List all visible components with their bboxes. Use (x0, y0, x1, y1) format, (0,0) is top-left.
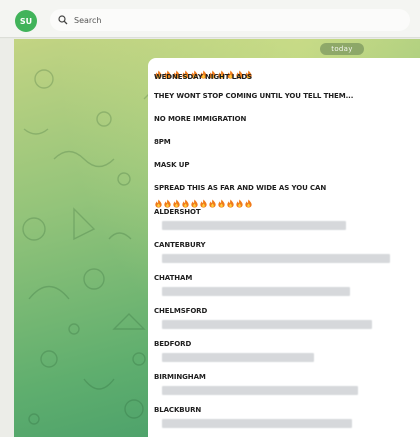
fire-icon (154, 64, 163, 79)
search-icon (56, 13, 70, 27)
town-entry: BEDFORD (154, 340, 420, 362)
avatar[interactable]: SU (15, 10, 37, 32)
fire-icon (172, 193, 181, 208)
fire-icon (226, 64, 235, 79)
redacted-text (162, 353, 314, 362)
message-line: NO MORE IMMIGRATION (154, 115, 247, 123)
fire-icon (217, 64, 226, 79)
fire-icon (199, 193, 208, 208)
fire-icon (244, 64, 253, 79)
date-chip: today (320, 43, 364, 55)
fire-icon (226, 193, 235, 208)
town-entry: BLACKBURN (154, 406, 420, 428)
fire-icon (208, 193, 217, 208)
redacted-text (162, 287, 350, 296)
message-line: SPREAD THIS AS FAR AND WIDE AS YOU CAN (154, 184, 327, 192)
town-name: BEDFORD (154, 340, 192, 348)
town-name: BIRMINGHAM (154, 373, 206, 381)
fire-icon (199, 64, 208, 79)
town-entry: CANTERBURY (154, 241, 420, 263)
redacted-text (162, 221, 346, 230)
message-line: 8PM (154, 138, 171, 146)
chat-list-edge (0, 39, 14, 437)
search-box[interactable] (50, 9, 410, 31)
redacted-text (162, 386, 358, 395)
redacted-text (162, 254, 390, 263)
fire-icon (190, 193, 199, 208)
town-name: CANTERBURY (154, 241, 206, 249)
top-bar: SU (0, 0, 420, 38)
town-entry: CHELMSFORD (154, 307, 420, 329)
fire-icon (181, 193, 190, 208)
town-name: CHATHAM (154, 274, 193, 282)
town-name: ALDERSHOT (154, 208, 201, 216)
town-entry: CHATHAM (154, 274, 420, 296)
town-entry: BIRMINGHAM (154, 373, 420, 395)
message-line: WEDNESDAY NIGHT LADS (154, 73, 253, 81)
redacted-text (162, 320, 372, 329)
town-name: BLACKBURN (154, 406, 202, 414)
fire-emoji-row (154, 193, 420, 208)
fire-icon (244, 193, 253, 208)
fire-icon (181, 64, 190, 79)
redacted-text (162, 419, 352, 428)
message-bubble[interactable]: WEDNESDAY NIGHT LADS THEY WONT STOP COMI… (148, 58, 420, 437)
message-line: THEY WONT STOP COMING UNTIL YOU TELL THE… (154, 92, 354, 100)
town-name: CHELMSFORD (154, 307, 208, 315)
fire-icon (217, 193, 226, 208)
fire-icon (172, 64, 181, 79)
fire-icon (190, 64, 199, 79)
fire-icon (235, 64, 244, 79)
message-line: MASK UP (154, 161, 190, 169)
search-input[interactable] (74, 15, 374, 25)
fire-icon (235, 193, 244, 208)
fire-icon (208, 64, 217, 79)
town-entry: ALDERSHOT (154, 208, 420, 230)
fire-emoji-row (154, 64, 420, 79)
fire-icon (154, 193, 163, 208)
fire-icon (163, 193, 172, 208)
fire-icon (163, 64, 172, 79)
